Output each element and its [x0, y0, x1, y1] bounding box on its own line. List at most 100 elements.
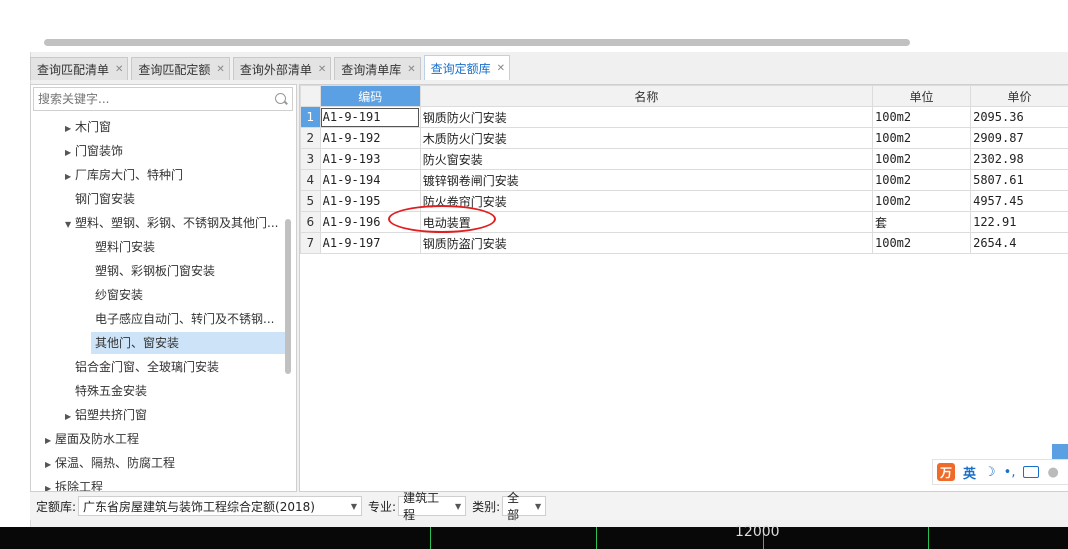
tab-query-match-list[interactable]: 查询匹配清单 ✕	[30, 57, 129, 80]
unit-cell[interactable]: 100m2	[871, 169, 972, 191]
tree-item[interactable]: 塑钢、彩钢板门窗安装	[95, 260, 215, 282]
table-row[interactable]: 1 A1-9-191 钢质防火门安装 100m2 2095.36	[300, 106, 1068, 128]
tree-item-label: 铝合金门窗、全玻璃门安装	[75, 360, 220, 374]
chevron-down-icon[interactable]: ▼	[449, 502, 461, 511]
query-tabs: 查询匹配清单 ✕ 查询匹配定额 ✕ 查询外部清单 ✕ 查询清单库 ✕ 查询定额库…	[30, 55, 513, 81]
close-icon[interactable]: ✕	[497, 63, 505, 74]
row-number: 6	[300, 211, 321, 233]
tree-item[interactable]: 特殊五金安装	[75, 380, 147, 402]
column-header-name[interactable]: 名称	[419, 85, 874, 107]
major-select[interactable]: 建筑工程 ▼	[398, 491, 467, 522]
price-cell[interactable]: 2654.4	[970, 232, 1068, 254]
tree-item-label: 塑钢、彩钢板门窗安装	[95, 264, 216, 278]
column-header-unit[interactable]: 单位	[871, 85, 972, 107]
table-row[interactable]: 2 A1-9-192 木质防火门安装 100m2 2909.87	[300, 127, 1068, 149]
tab-query-external-list[interactable]: 查询外部清单 ✕	[232, 57, 332, 80]
tab-query-match-quota[interactable]: 查询匹配定额 ✕	[131, 57, 230, 80]
table-header-row: 编码 名称 单位 单价	[300, 85, 1068, 107]
name-cell[interactable]: 镀锌钢卷闸门安装	[419, 169, 874, 191]
name-cell[interactable]: 防火窗安装	[419, 148, 874, 170]
axis-tick	[928, 527, 929, 549]
category-label: 类别:	[472, 499, 501, 514]
horizontal-scrollbar-thumb[interactable]	[44, 39, 910, 46]
price-cell[interactable]: 5807.61	[970, 169, 1068, 191]
moon-icon[interactable]: ☽	[984, 465, 996, 480]
tree-item[interactable]: 电子感应自动门、转门及不锈钢...	[95, 308, 274, 330]
chevron-down-icon[interactable]: ▼	[345, 502, 357, 511]
table-row[interactable]: 7 A1-9-197 钢质防盗门安装 100m2 2654.4	[300, 232, 1068, 254]
expand-arrow-icon[interactable]: ▶	[45, 430, 55, 452]
price-cell[interactable]: 122.91	[970, 211, 1068, 233]
expand-arrow-icon[interactable]: ▶	[65, 166, 75, 188]
tree-item-selected[interactable]: 其他门、窗安装	[91, 332, 285, 354]
table-row[interactable]: 4 A1-9-194 镀锌钢卷闸门安装 100m2 5807.61	[300, 169, 1068, 191]
tab-query-quota-library[interactable]: 查询定额库 ✕	[423, 55, 511, 80]
expand-arrow-icon[interactable]: ▶	[45, 454, 55, 476]
tab-query-list-library[interactable]: 查询清单库 ✕	[334, 57, 421, 80]
axis-tick	[430, 527, 431, 549]
name-cell[interactable]: 防火卷帘门安装	[419, 190, 874, 212]
tree-item[interactable]: ▶ 厂库房大门、特种门	[65, 164, 183, 186]
close-icon[interactable]: ✕	[407, 64, 415, 75]
expand-arrow-icon[interactable]: ▶	[65, 142, 75, 164]
major-value: 建筑工程	[403, 491, 440, 522]
code-cell[interactable]: A1-9-191	[319, 106, 421, 128]
unit-cell[interactable]: 100m2	[871, 148, 972, 170]
expand-arrow-icon[interactable]: ▶	[65, 406, 75, 428]
row-number: 4	[300, 169, 321, 191]
tree-item[interactable]: ▶ 保温、隔热、防腐工程	[45, 452, 175, 474]
tree-item-label: 纱窗安装	[95, 288, 144, 302]
price-cell[interactable]: 2909.87	[970, 127, 1068, 149]
user-icon[interactable]: ●	[1047, 465, 1058, 480]
price-cell[interactable]: 2302.98	[970, 148, 1068, 170]
collapse-arrow-icon[interactable]: ▼	[65, 214, 75, 236]
tree-item[interactable]: 钢门窗安装	[75, 188, 135, 210]
name-cell[interactable]: 木质防火门安装	[419, 127, 874, 149]
keyboard-icon[interactable]	[1023, 466, 1040, 478]
quota-grid-panel: 编码 名称 单位 单价 1 A1-9-191 钢质防火门安装 100m2 209…	[299, 84, 1068, 492]
row-number-header	[300, 85, 321, 107]
tree-item[interactable]: 纱窗安装	[95, 284, 143, 306]
tree-item[interactable]: ▶ 屋面及防水工程	[45, 428, 139, 450]
unit-cell[interactable]: 套	[871, 211, 972, 233]
side-blue-tab[interactable]	[1052, 444, 1068, 460]
unit-cell[interactable]: 100m2	[871, 232, 972, 254]
close-icon[interactable]: ✕	[216, 64, 224, 75]
column-header-price[interactable]: 单价	[970, 85, 1068, 107]
tree-item[interactable]: ▶ 铝塑共挤门窗	[65, 404, 147, 426]
code-cell[interactable]: A1-9-192	[319, 127, 421, 149]
unit-cell[interactable]: 100m2	[871, 190, 972, 212]
code-cell[interactable]: A1-9-197	[319, 232, 421, 254]
close-icon[interactable]: ✕	[115, 64, 123, 75]
tree-item[interactable]: ▶ 拆除工程	[45, 476, 103, 491]
expand-arrow-icon[interactable]: ▶	[45, 478, 55, 491]
tree-item[interactable]: ▼ 塑料、塑钢、彩钢、不锈钢及其他门...	[65, 212, 278, 234]
column-header-code[interactable]: 编码	[319, 85, 421, 107]
expand-arrow-icon[interactable]: ▶	[65, 118, 75, 140]
ime-language-toggle[interactable]: 英	[963, 463, 976, 482]
unit-cell[interactable]: 100m2	[871, 106, 972, 128]
tree-item-label: 铝塑共挤门窗	[75, 408, 148, 422]
row-number: 7	[300, 232, 321, 254]
close-icon[interactable]: ✕	[318, 64, 326, 75]
code-cell[interactable]: A1-9-193	[319, 148, 421, 170]
search-icon[interactable]	[275, 93, 286, 104]
table-row[interactable]: 3 A1-9-193 防火窗安装 100m2 2302.98	[300, 148, 1068, 170]
tree-scrollbar-thumb[interactable]	[285, 219, 291, 374]
price-cell[interactable]: 2095.36	[970, 106, 1068, 128]
price-cell[interactable]: 4957.45	[970, 190, 1068, 212]
chevron-down-icon[interactable]: ▼	[529, 502, 541, 511]
ime-logo-icon[interactable]: 万	[937, 463, 955, 481]
name-cell[interactable]: 钢质防火门安装	[419, 106, 874, 128]
punctuation-icon[interactable]: •,	[1004, 465, 1016, 480]
tree-item[interactable]: ▶ 门窗装饰	[65, 140, 123, 162]
tree-item[interactable]: 铝合金门窗、全玻璃门安装	[75, 356, 219, 378]
code-cell[interactable]: A1-9-194	[319, 169, 421, 191]
tree-item[interactable]: 塑料门安装	[95, 236, 155, 258]
unit-cell[interactable]: 100m2	[871, 127, 972, 149]
name-cell[interactable]: 钢质防盗门安装	[419, 232, 874, 254]
tree-item[interactable]: ▶ 木门窗	[65, 116, 111, 138]
quota-library-select[interactable]: 广东省房屋建筑与装饰工程综合定额(2018) ▼	[78, 496, 363, 516]
search-input[interactable]	[36, 88, 260, 110]
category-select[interactable]: 全部 ▼	[502, 491, 547, 522]
